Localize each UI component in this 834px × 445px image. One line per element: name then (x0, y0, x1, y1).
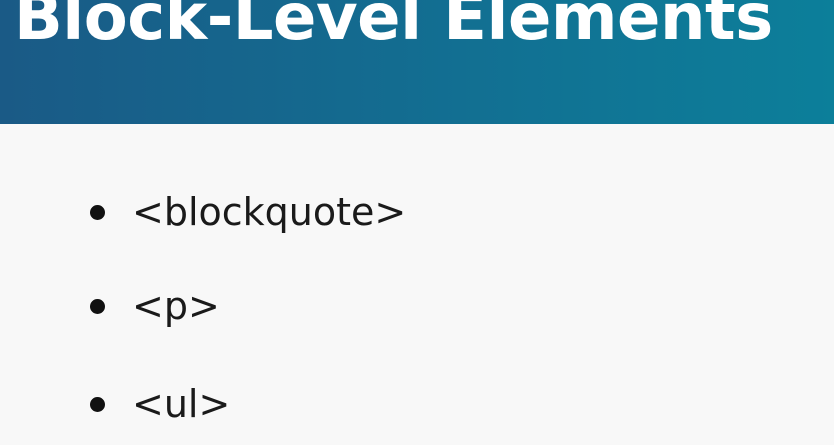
bullet-dot-icon (90, 205, 105, 220)
title-banner: Block-Level Elements (0, 0, 834, 124)
slide: Block-Level Elements <blockquote> <p> <u… (0, 0, 834, 445)
list-item-label: <p> (132, 284, 220, 328)
bullet-dot-icon (90, 299, 105, 314)
slide-title: Block-Level Elements (14, 0, 773, 55)
bullet-dot-icon (90, 397, 105, 412)
list-item-label: <ul> (132, 382, 231, 426)
list-item-label: <blockquote> (132, 190, 407, 234)
